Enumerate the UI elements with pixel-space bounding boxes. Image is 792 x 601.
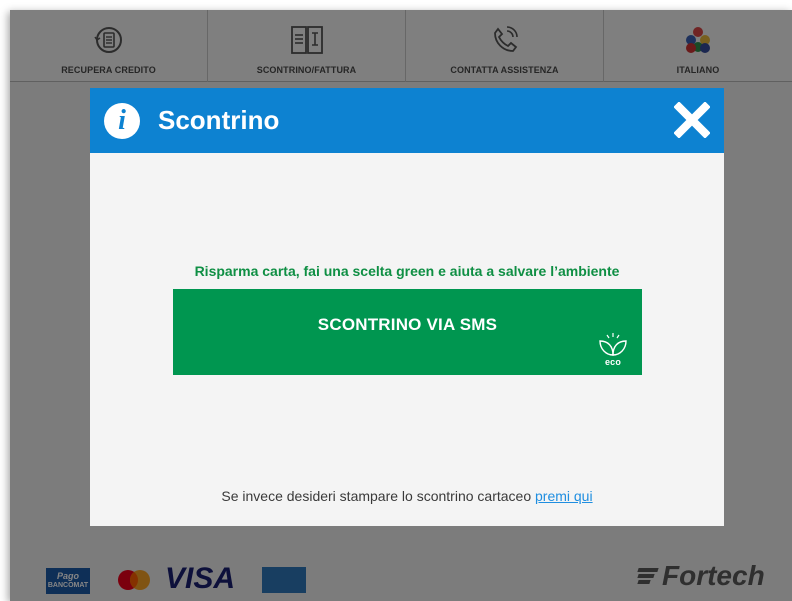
- close-button[interactable]: [673, 101, 711, 139]
- modal-title: Scontrino: [158, 105, 280, 135]
- promo-text: Risparma carta, fai una scelta green e a…: [194, 263, 620, 279]
- eco-leaf-icon: eco: [599, 333, 627, 367]
- premi-qui-link[interactable]: premi qui: [535, 488, 593, 504]
- print-paper-line: Se invece desideri stampare lo scontrino…: [90, 488, 724, 504]
- close-icon: [673, 101, 711, 139]
- eco-label: eco: [605, 357, 621, 367]
- scontrino-sms-button[interactable]: SCONTRINO VIA SMS eco: [173, 289, 642, 375]
- print-paper-text: Se invece desideri stampare lo scontrino…: [221, 488, 532, 504]
- modal-header: i Scontrino: [90, 88, 724, 153]
- sms-button-label: SCONTRINO VIA SMS: [317, 315, 498, 334]
- info-icon: i: [104, 102, 140, 139]
- scontrino-modal: i Scontrino Risparma carta, fai una scel…: [90, 88, 724, 526]
